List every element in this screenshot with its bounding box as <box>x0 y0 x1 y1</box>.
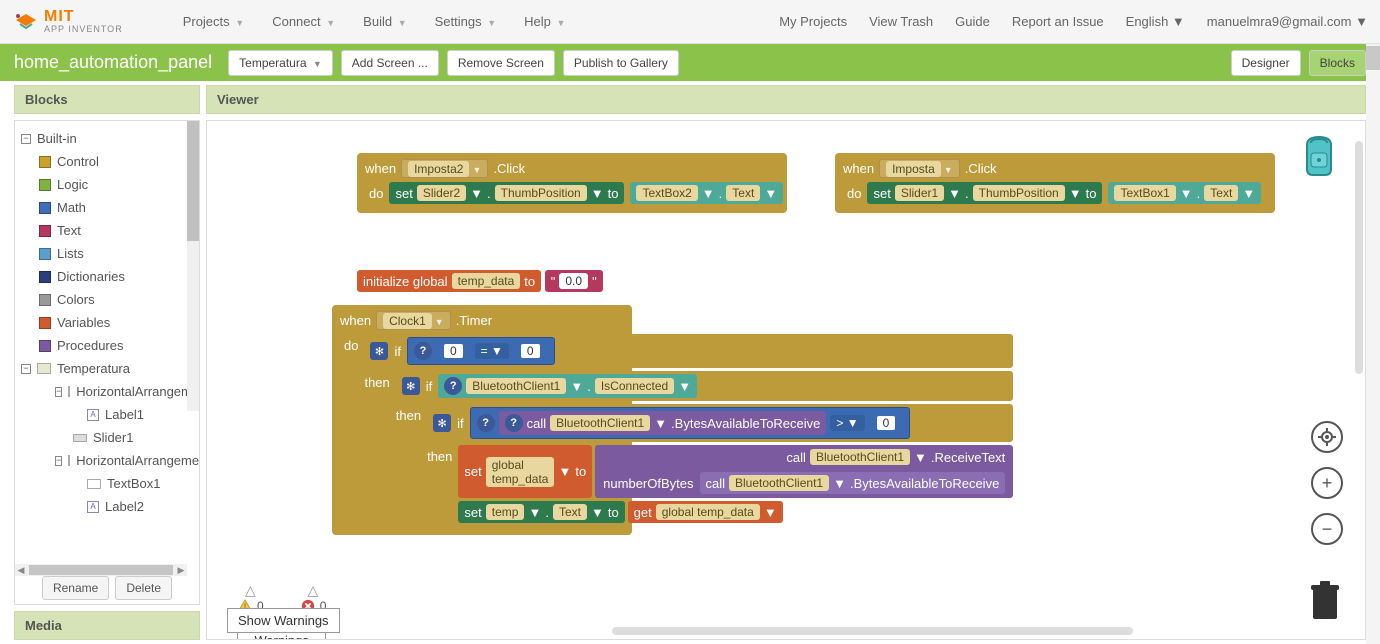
tree-comp-h1[interactable]: −HorizontalArrangemen <box>19 380 195 403</box>
center-view-button[interactable] <box>1311 421 1343 453</box>
tree-builtin[interactable]: −Built-in <box>19 127 195 150</box>
main-menu: Projects ▼ Connect ▼ Build ▼ Settings ▼ … <box>183 14 566 29</box>
block-event-imposta2[interactable]: when Imposta2▼ .Click do set Slider2▼ . … <box>357 153 787 213</box>
cat-dictionaries[interactable]: Dictionaries <box>19 265 195 288</box>
main-area: Blocks −Built-in Control Logic Math Text… <box>0 81 1380 644</box>
logo-text-sub: APP INVENTOR <box>44 25 123 34</box>
user-dropdown[interactable]: manuelmra9@gmail.com ▼ <box>1207 14 1368 29</box>
rename-button[interactable]: Rename <box>42 576 109 600</box>
link-view-trash[interactable]: View Trash <box>869 14 933 29</box>
nav-right: My Projects View Trash Guide Report an I… <box>779 14 1368 29</box>
block-init-global[interactable]: initialize global temp_data to " 0.0 " <box>357 270 603 292</box>
menu-build[interactable]: Build ▼ <box>363 14 406 29</box>
cat-colors[interactable]: Colors <box>19 288 195 311</box>
remove-screen-button[interactable]: Remove Screen <box>447 50 555 76</box>
blocks-panel-title: Blocks <box>14 85 200 114</box>
menu-settings[interactable]: Settings ▼ <box>435 14 497 29</box>
backpack-icon[interactable] <box>1295 133 1343 177</box>
menu-connect[interactable]: Connect ▼ <box>272 14 335 29</box>
tree-comp-slider1[interactable]: Slider1 <box>19 426 195 449</box>
viewer-hscroll[interactable] <box>612 627 1133 635</box>
page-vscroll[interactable] <box>1366 44 1380 644</box>
blocks-workspace[interactable]: when Imposta2▼ .Click do set Slider2▼ . … <box>207 121 1365 639</box>
show-warnings-button[interactable]: Show Warnings <box>227 608 340 633</box>
cat-variables[interactable]: Variables <box>19 311 195 334</box>
menu-help[interactable]: Help ▼ <box>524 14 565 29</box>
cat-text[interactable]: Text <box>19 219 195 242</box>
viewer-vscroll[interactable] <box>1355 141 1363 374</box>
cat-lists[interactable]: Lists <box>19 242 195 265</box>
cat-math[interactable]: Math <box>19 196 195 219</box>
project-title: home_automation_panel <box>14 52 212 73</box>
block-event-clock-timer[interactable]: when Clock1▼ .Timer do ✻if ? 0 = ▼ <box>332 305 632 535</box>
link-guide[interactable]: Guide <box>955 14 990 29</box>
tree-hscroll[interactable]: ◀▶ <box>15 564 187 576</box>
left-column: Blocks −Built-in Control Logic Math Text… <box>0 81 200 644</box>
publish-gallery-button[interactable]: Publish to Gallery <box>563 50 679 76</box>
cat-control[interactable]: Control <box>19 150 195 173</box>
language-dropdown[interactable]: English ▼ <box>1126 14 1185 29</box>
link-my-projects[interactable]: My Projects <box>779 14 847 29</box>
logo-text-main: MIT <box>44 9 123 25</box>
top-bar: MIT APP INVENTOR Projects ▼ Connect ▼ Bu… <box>0 0 1380 44</box>
tree-comp-textbox1[interactable]: TextBox1 <box>19 472 195 495</box>
screen-dropdown[interactable]: Temperatura ▼ <box>228 50 333 76</box>
blocks-tree: −Built-in Control Logic Math Text Lists … <box>15 121 199 604</box>
tree-comp-h2[interactable]: −HorizontalArrangemen <box>19 449 195 472</box>
add-screen-button[interactable]: Add Screen ... <box>341 50 439 76</box>
cat-procedures[interactable]: Procedures <box>19 334 195 357</box>
tree-comp-label1[interactable]: ALabel1 <box>19 403 195 426</box>
blocks-tab[interactable]: Blocks <box>1309 50 1366 76</box>
viewer-panel-title: Viewer <box>206 85 1366 114</box>
right-column: Viewer when Imposta2▼ .Click do set Slid… <box>200 81 1380 644</box>
zoom-out-button[interactable]: − <box>1311 513 1343 545</box>
designer-tab[interactable]: Designer <box>1231 50 1301 76</box>
menu-projects[interactable]: Projects ▼ <box>183 14 245 29</box>
link-report-issue[interactable]: Report an Issue <box>1012 14 1104 29</box>
tree-vscroll[interactable] <box>187 121 199 411</box>
trash-icon[interactable] <box>1307 579 1343 623</box>
zoom-in-button[interactable]: + <box>1311 467 1343 499</box>
viewer-panel: when Imposta2▼ .Click do set Slider2▼ . … <box>206 120 1366 640</box>
media-panel-title: Media <box>14 611 200 640</box>
tree-comp-label2[interactable]: ALabel2 <box>19 495 195 518</box>
logo[interactable]: MIT APP INVENTOR <box>12 9 123 34</box>
project-toolbar: home_automation_panel Temperatura ▼ Add … <box>0 44 1380 81</box>
delete-button[interactable]: Delete <box>115 576 172 600</box>
errors-up-icon[interactable]: △ <box>308 583 319 597</box>
tree-screen[interactable]: −Temperatura <box>19 357 195 380</box>
cat-logic[interactable]: Logic <box>19 173 195 196</box>
block-event-imposta[interactable]: when Imposta▼ .Click do set Slider1▼ . T… <box>835 153 1275 213</box>
logo-icon <box>12 10 40 34</box>
warnings-up-icon[interactable]: △ <box>245 583 256 597</box>
